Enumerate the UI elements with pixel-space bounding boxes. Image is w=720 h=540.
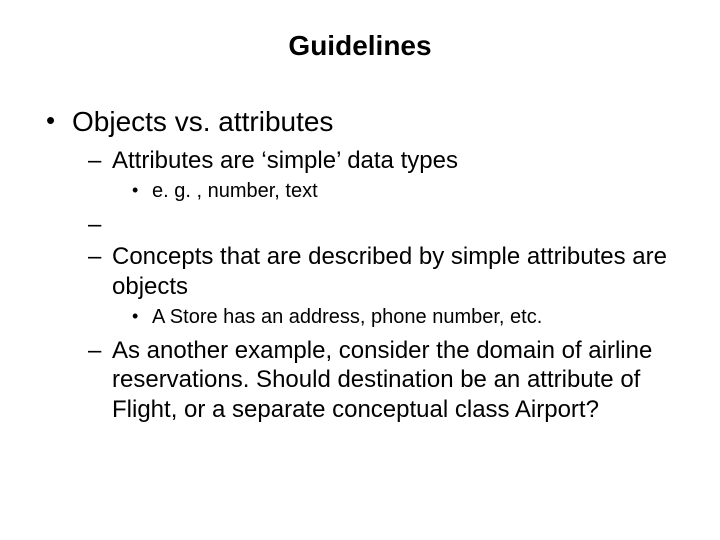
bullet-l1-item: Objects vs. attributes Attributes are ‘s… bbox=[40, 106, 692, 424]
bullet-list-level-3: A Store has an address, phone number, et… bbox=[130, 305, 692, 330]
bullet-list-level-1: Objects vs. attributes Attributes are ‘s… bbox=[40, 106, 692, 424]
bullet-l2-text: Attributes are ‘simple’ data types bbox=[112, 147, 458, 174]
bullet-list-level-3: e. g. , number, text bbox=[130, 179, 692, 204]
bullet-spacer bbox=[84, 210, 692, 238]
bullet-l2-item: As another example, consider the domain … bbox=[84, 336, 692, 424]
bullet-l2-item: Attributes are ‘simple’ data types e. g.… bbox=[84, 146, 692, 204]
bullet-l3-item: e. g. , number, text bbox=[130, 179, 692, 204]
bullet-l3-text: e. g. , number, text bbox=[152, 180, 318, 202]
bullet-l1-text: Objects vs. attributes bbox=[72, 106, 333, 137]
bullet-l2-text: Concepts that are described by simple at… bbox=[112, 243, 667, 299]
slide: Guidelines Objects vs. attributes Attrib… bbox=[0, 0, 720, 540]
bullet-l2-text: As another example, consider the domain … bbox=[112, 337, 652, 423]
bullet-l3-item: A Store has an address, phone number, et… bbox=[130, 305, 692, 330]
bullet-list-level-2: Attributes are ‘simple’ data types e. g.… bbox=[84, 146, 692, 424]
bullet-l3-text: A Store has an address, phone number, et… bbox=[152, 306, 542, 328]
bullet-l2-item: Concepts that are described by simple at… bbox=[84, 242, 692, 330]
slide-title: Guidelines bbox=[28, 30, 692, 62]
